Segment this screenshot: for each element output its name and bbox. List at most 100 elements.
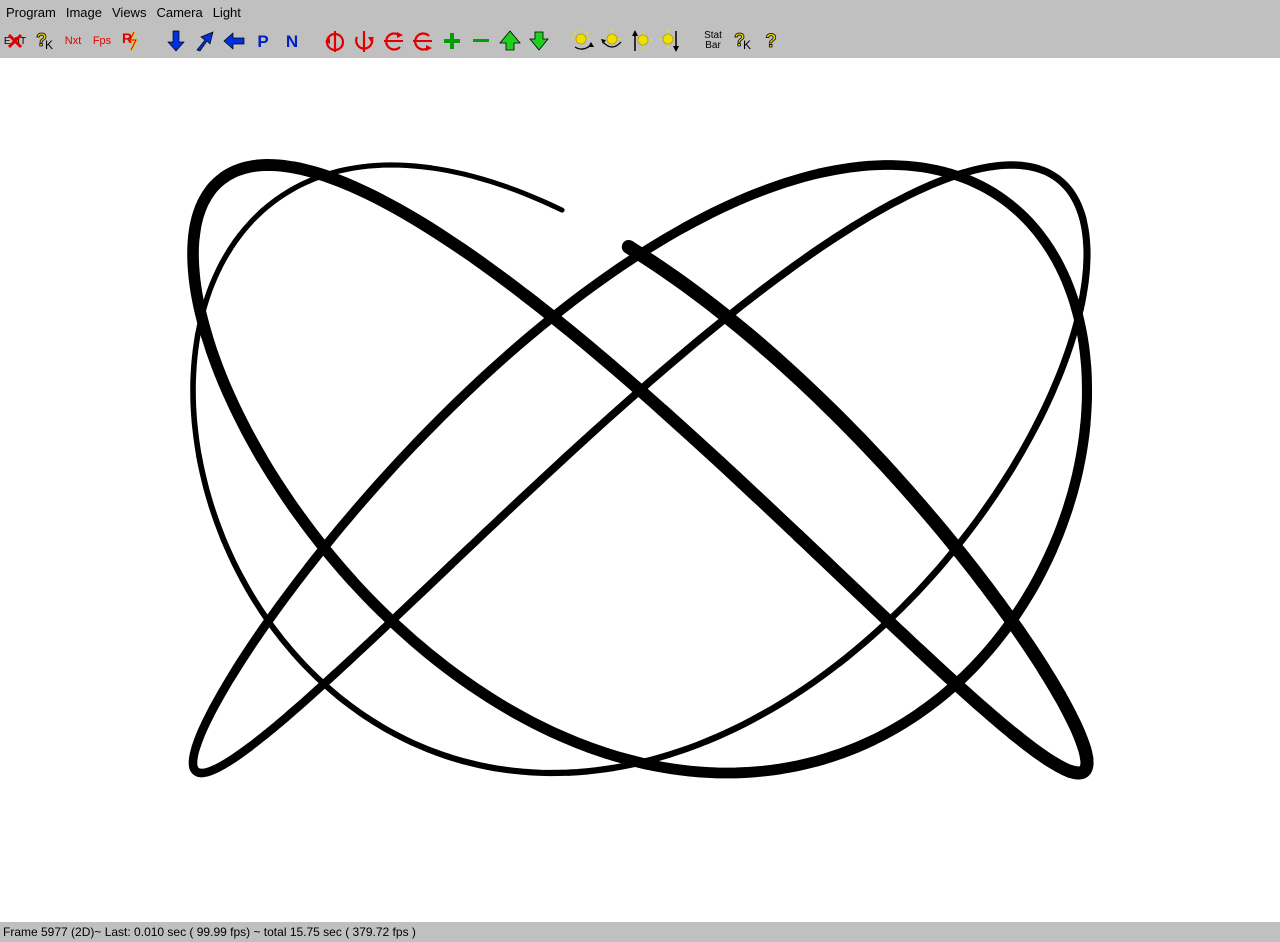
rotate-x-down-button[interactable] (409, 28, 435, 54)
light-up-button[interactable] (628, 28, 654, 54)
curve-segment (948, 423, 1039, 556)
curve-segment (759, 342, 899, 480)
move-forward-down-button[interactable] (526, 28, 552, 54)
zoom-out-button[interactable] (468, 28, 494, 54)
menu-views[interactable]: Views (108, 0, 150, 25)
n-label: N (285, 31, 299, 51)
curve-segment (465, 680, 612, 759)
plus-icon (444, 33, 460, 49)
curve-segment (412, 317, 551, 447)
exit-icon (7, 33, 23, 49)
curve-segment (191, 670, 238, 752)
menu-bar: Program Image Views Camera Light (0, 0, 1280, 25)
curve-segment (218, 159, 301, 184)
curve-segment (719, 222, 858, 325)
move-left-button[interactable] (221, 28, 247, 54)
p-label: P (257, 31, 269, 51)
key-help-k-2: K (743, 38, 752, 52)
arrow-down-icon (167, 30, 185, 52)
toolbar: EXIT ? K Nxt Fps R (0, 25, 1280, 58)
curve-segment (791, 529, 926, 656)
rotate-y-left-icon (325, 31, 345, 52)
light-rotate-left-icon (572, 30, 594, 50)
rotate-x-up-button[interactable] (380, 28, 406, 54)
curve-segment (835, 548, 956, 667)
reset-button[interactable]: R (119, 28, 145, 54)
key-help-k: K (45, 38, 54, 52)
rotate-x-down-icon (413, 32, 432, 51)
help-button[interactable]: ? (758, 28, 784, 54)
curve-segment (931, 165, 1030, 223)
curve-segment (703, 659, 843, 745)
key-help-button[interactable]: ? K (32, 28, 58, 54)
curve-segment (679, 168, 824, 233)
curve-segment (739, 734, 879, 778)
curve-segment (236, 174, 323, 239)
curve-segment (188, 171, 230, 243)
light-down-button[interactable] (657, 28, 683, 54)
stat-bar-line2: Bar (705, 40, 721, 51)
rotate-y-right-button[interactable] (351, 28, 377, 54)
reset-label: R (122, 30, 133, 46)
curve-segment (1053, 689, 1094, 765)
curve-segment (912, 643, 1019, 740)
curve-segment (428, 165, 565, 213)
arrow-left-icon (223, 32, 245, 50)
key-help-button-2[interactable]: ? K (730, 28, 756, 54)
triangle-down-icon (529, 31, 549, 51)
lissajous-curve-plot (187, 159, 1094, 780)
curve-segment (1031, 305, 1084, 431)
curve-segment (1019, 212, 1081, 313)
curve-line (187, 159, 1094, 780)
light-up-icon (632, 30, 652, 51)
curve-segment (190, 331, 202, 459)
curve-segment (446, 436, 589, 569)
fps-label: Fps (92, 34, 112, 47)
menu-camera[interactable]: Camera (152, 0, 206, 25)
fps-button[interactable]: Fps (89, 28, 115, 54)
light-rotate-right-button[interactable] (599, 28, 625, 54)
curve-segment (849, 169, 968, 230)
menu-program[interactable]: Program (2, 0, 60, 25)
curve-segment (1006, 726, 1077, 778)
light-down-icon (659, 30, 679, 52)
curve-segment (884, 465, 1000, 602)
curve-segment (580, 316, 727, 445)
stat-bar-button[interactable]: Stat Bar (700, 28, 726, 54)
curve-segment (986, 588, 1067, 703)
curve-segment (867, 656, 984, 746)
curve-segment (245, 668, 340, 751)
curve-segment (1046, 419, 1091, 556)
curve-segment (196, 452, 246, 582)
triangle-up-icon (499, 30, 521, 51)
minus-icon (473, 39, 489, 42)
curve-segment (197, 742, 255, 778)
exit-button[interactable]: EXIT (2, 28, 28, 54)
curve-segment (1038, 166, 1087, 223)
rotate-y-right-icon (355, 31, 374, 52)
curve-segment (187, 231, 213, 342)
menu-image[interactable]: Image (62, 0, 106, 25)
n-button[interactable]: N (279, 28, 305, 54)
next-label: Nxt (64, 34, 82, 47)
curve-segment (288, 161, 404, 216)
curve-segment (814, 160, 941, 179)
curve-segment (656, 403, 805, 542)
move-up-right-button[interactable] (192, 28, 218, 54)
light-rotate-left-button[interactable] (570, 28, 596, 54)
arrow-up-right-icon (196, 31, 214, 52)
menu-light[interactable]: Light (209, 0, 245, 25)
move-down-button[interactable] (163, 28, 189, 54)
curve-segment (1070, 302, 1093, 431)
curve-segment (1076, 214, 1091, 313)
move-up-button[interactable] (497, 28, 523, 54)
curve-segment (960, 161, 1047, 177)
zoom-in-button[interactable] (439, 28, 465, 54)
opengl-viewer-window: Program Image Views Camera Light EXIT ? … (0, 0, 1280, 942)
rotate-y-left-button[interactable] (322, 28, 348, 54)
curve-segment (600, 747, 751, 779)
p-button[interactable]: P (250, 28, 276, 54)
render-canvas[interactable] (0, 58, 1280, 922)
next-button[interactable]: Nxt (60, 28, 86, 54)
status-bar: Frame 5977 (2D)~ Last: 0.010 sec ( 99.99… (0, 922, 1280, 942)
